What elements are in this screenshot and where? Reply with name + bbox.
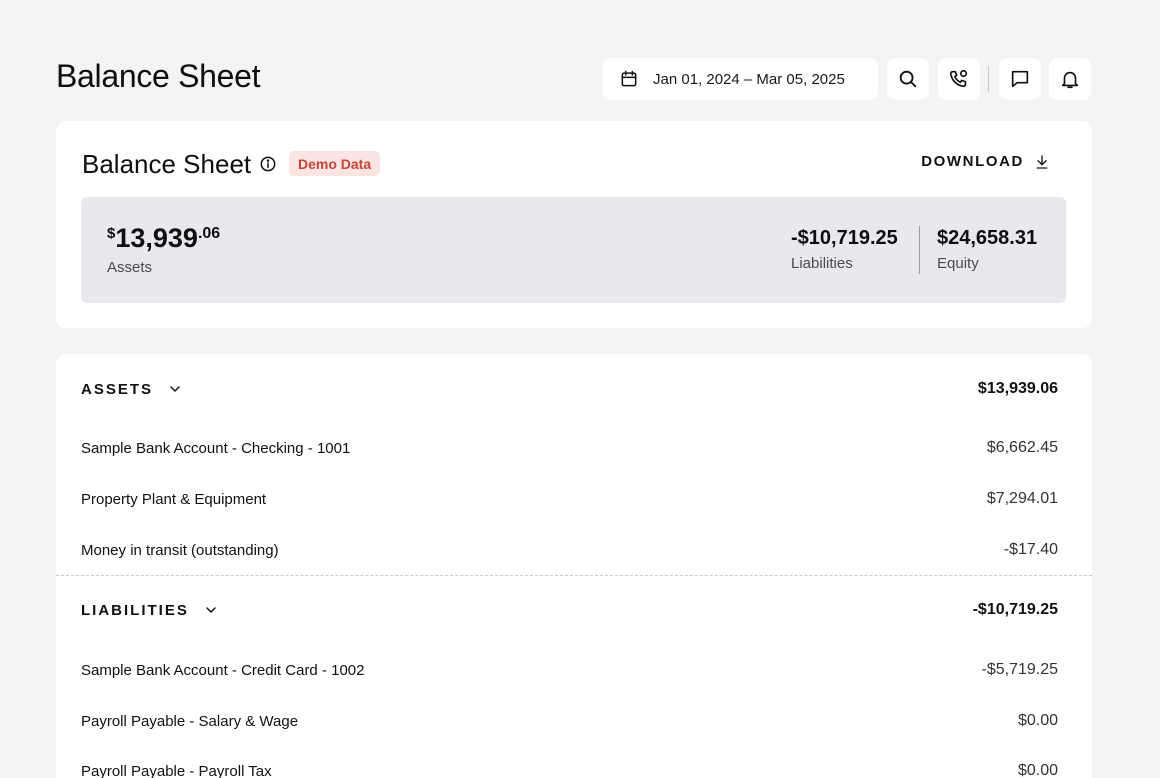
messages-button[interactable] [999, 58, 1041, 100]
liabilities-section-header[interactable]: LIABILITIES -$10,719.25 [56, 585, 1092, 635]
account-amount: $7,294.01 [986, 490, 1058, 507]
section-divider [56, 575, 1092, 576]
download-button[interactable]: DOWNLOAD [921, 153, 1050, 170]
list-item[interactable]: Property Plant & Equipment $7,294.01 [56, 479, 1092, 519]
section-total: -$10,719.25 [972, 601, 1058, 618]
list-item[interactable]: Payroll Payable - Salary & Wage $0.00 [56, 701, 1092, 741]
account-name: Sample Bank Account - Checking - 1001 [81, 439, 351, 457]
chevron-down-icon [170, 386, 180, 392]
list-item[interactable]: Payroll Payable - Payroll Tax $0.00 [56, 751, 1092, 778]
balance-summary-card: Balance Sheet Demo Data DOWNLOAD $ 13,93… [56, 121, 1092, 328]
account-amount: -$17.40 [1003, 541, 1058, 558]
calendar-icon [621, 70, 637, 87]
assets-cents: .06 [197, 225, 221, 242]
phone-icon [949, 69, 968, 88]
section-name: LIABILITIES [81, 601, 189, 619]
account-name: Money in transit (outstanding) [81, 541, 279, 559]
list-item[interactable]: Sample Bank Account - Checking - 1001 $6… [56, 428, 1092, 468]
date-range-picker[interactable]: Jan 01, 2024 – Mar 05, 2025 [603, 58, 878, 100]
bell-icon [1061, 71, 1079, 89]
search-button[interactable] [887, 58, 929, 100]
info-icon[interactable] [258, 154, 278, 174]
header-divider [988, 66, 989, 92]
section-total: $13,939.06 [977, 380, 1058, 397]
account-name: Sample Bank Account - Credit Card - 1002 [81, 661, 365, 679]
section-name: ASSETS [81, 380, 154, 398]
assets-currency: $ [107, 225, 116, 242]
demo-data-badge: Demo Data [289, 151, 381, 176]
list-item[interactable]: Money in transit (outstanding) -$17.40 [56, 530, 1092, 570]
list-item[interactable]: Sample Bank Account - Credit Card - 1002… [56, 650, 1092, 690]
date-range-text: Jan 01, 2024 – Mar 05, 2025 [653, 70, 845, 88]
summary-divider [919, 226, 920, 274]
assets-section-header[interactable]: ASSETS $13,939.06 [56, 364, 1092, 414]
account-name: Property Plant & Equipment [81, 490, 267, 508]
account-name: Payroll Payable - Salary & Wage [81, 712, 299, 730]
equity-label: Equity [937, 255, 979, 272]
assets-total: $ 13,939 .06 [107, 223, 220, 253]
page: Balance Sheet Jan 01, 2024 – Mar 05, 202… [0, 0, 1160, 778]
account-amount: $0.00 [1017, 762, 1058, 778]
download-label: DOWNLOAD [921, 153, 1024, 170]
account-amount: $0.00 [1017, 712, 1058, 729]
card-title: Balance Sheet [82, 149, 252, 179]
call-button[interactable] [938, 58, 980, 100]
notifications-button[interactable] [1049, 58, 1091, 100]
balance-detail-list: ASSETS $13,939.06 Sample Bank Account - … [56, 354, 1092, 778]
assets-label: Assets [107, 259, 153, 276]
account-amount: $6,662.45 [986, 439, 1058, 456]
liabilities-label: Liabilities [791, 255, 853, 272]
chat-icon [1011, 70, 1029, 88]
liabilities-value: -$10,719.25 [791, 227, 898, 249]
assets-whole: 13,939 [115, 223, 198, 253]
chevron-down-icon [206, 607, 216, 613]
download-icon [1036, 154, 1048, 169]
page-title: Balance Sheet [56, 58, 261, 94]
account-amount: -$5,719.25 [981, 661, 1058, 678]
search-icon [899, 70, 917, 88]
account-name: Payroll Payable - Payroll Tax [81, 762, 272, 778]
equity-value: $24,658.31 [937, 227, 1038, 249]
summary-panel: $ 13,939 .06 Assets -$10,719.25 Liabilit… [81, 197, 1066, 303]
